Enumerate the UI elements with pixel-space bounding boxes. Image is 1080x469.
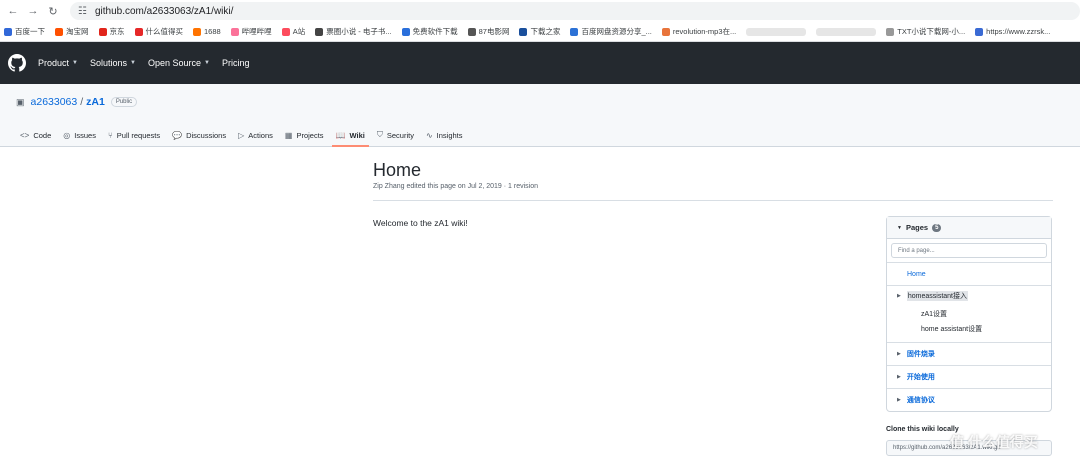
nav-open-source[interactable]: Open Source ▼ bbox=[148, 58, 210, 68]
discussions-icon: 💬 bbox=[172, 130, 183, 140]
bookmark-favicon bbox=[401, 27, 410, 36]
tab-issues[interactable]: ◎ Issues bbox=[63, 124, 96, 146]
bookmark-item[interactable]: https://www.zzrsk... bbox=[975, 27, 1050, 36]
bookmark-item[interactable]: 免费软件下载 bbox=[401, 26, 458, 37]
bookmark-item[interactable]: 百度一下 bbox=[4, 26, 45, 37]
site-info-icon[interactable]: ☷ bbox=[78, 6, 87, 17]
triangle-down-icon: ▼ bbox=[897, 224, 902, 231]
bookmark-item[interactable]: 哔哩哔哩 bbox=[230, 26, 272, 37]
code-icon: <> bbox=[20, 130, 30, 140]
subpage-link[interactable]: home assistant设置 bbox=[887, 321, 1051, 336]
bookmark-favicon bbox=[55, 27, 63, 36]
pages-toggle[interactable]: ▼ Pages 5 bbox=[887, 217, 1051, 239]
repo-owner-link[interactable]: a2633063 bbox=[31, 96, 78, 108]
github-logo-icon[interactable] bbox=[8, 54, 26, 72]
triangle-right-icon: ▶ bbox=[897, 397, 901, 403]
bookmark-favicon bbox=[467, 27, 476, 36]
github-header: Product ▼ Solutions ▼ Open Source ▼ Pricing bbox=[0, 42, 1080, 84]
url-field[interactable]: ☷ github.com/a2633063/zA1/wiki/ bbox=[70, 2, 1080, 20]
edit-meta: Zip Zhang edited this page on Jul 2, 201… bbox=[373, 183, 538, 190]
tab-code[interactable]: <> Code bbox=[20, 124, 51, 146]
triangle-right-icon: ▶ bbox=[897, 351, 901, 357]
play-icon: ▷ bbox=[238, 130, 245, 140]
forward-icon[interactable]: → bbox=[26, 4, 40, 18]
bookmark-favicon bbox=[661, 27, 670, 36]
graph-icon: ∿ bbox=[425, 130, 433, 140]
bookmark-favicon bbox=[134, 27, 143, 36]
bookmark-item[interactable]: 京东 bbox=[98, 26, 125, 37]
repo-header: ▣ a2633063 / zA1 Public <> Code ◎ Issues ⑂… bbox=[0, 84, 1080, 147]
tab-insights[interactable]: ∿ Insights bbox=[426, 124, 463, 146]
bookmark-favicon bbox=[315, 27, 324, 36]
bookmark-blurred bbox=[746, 27, 807, 36]
repo-icon: ▣ bbox=[16, 96, 25, 107]
browser-address-bar: ← → ↻ ☷ github.com/a2633063/zA1/wiki/ bbox=[0, 0, 1080, 22]
triangle-right-icon: ▶ bbox=[897, 374, 901, 380]
bookmark-favicon bbox=[570, 27, 579, 36]
bookmark-favicon bbox=[886, 27, 895, 36]
subpage-link[interactable]: zA1设置 bbox=[887, 306, 1051, 321]
page-group-homeassistant[interactable]: ▶ homeassistant接入 bbox=[887, 285, 1051, 306]
visibility-badge: Public bbox=[110, 97, 138, 107]
bookmark-favicon bbox=[193, 27, 201, 36]
bookmark-item[interactable]: 什么值得买 bbox=[134, 26, 183, 37]
bookmark-item[interactable]: 1688 bbox=[193, 27, 221, 36]
repo-separator: / bbox=[80, 96, 84, 108]
bookmark-favicon bbox=[281, 27, 290, 36]
chevron-down-icon: ▼ bbox=[204, 60, 210, 66]
repo-name-link[interactable]: zA1 bbox=[86, 96, 105, 108]
find-page-input[interactable]: Find a page... bbox=[891, 243, 1047, 258]
watermark: 值 什么值得买 bbox=[950, 434, 1038, 450]
tab-pull-requests[interactable]: ⑂ Pull requests bbox=[108, 124, 160, 146]
bookmark-item[interactable]: revolution-mp3在... bbox=[661, 26, 736, 37]
nav-pricing[interactable]: Pricing bbox=[222, 58, 250, 68]
tab-security[interactable]: ⛉ Security bbox=[377, 124, 414, 146]
tab-projects[interactable]: ▦ Projects bbox=[285, 124, 324, 146]
bookmark-favicon bbox=[98, 27, 107, 36]
chevron-down-icon: ▼ bbox=[72, 60, 78, 66]
wiki-body: Welcome to the zA1 wiki! bbox=[373, 218, 468, 228]
page-link-home[interactable]: Home bbox=[887, 262, 1051, 285]
clone-label: Clone this wiki locally bbox=[886, 426, 959, 433]
chevron-down-icon: ▼ bbox=[130, 60, 136, 66]
page-title: Home bbox=[373, 160, 422, 180]
bookmark-item[interactable]: 87电影网 bbox=[467, 26, 509, 37]
url-text: github.com/a2633063/zA1/wiki/ bbox=[94, 5, 234, 17]
pages-sidebar: ▼ Pages 5 Find a page... Home ▶ homeassi… bbox=[886, 216, 1052, 412]
tab-wiki[interactable]: 📖 Wiki bbox=[331, 124, 370, 147]
pages-count-badge: 5 bbox=[932, 223, 942, 232]
issues-icon: ◎ bbox=[63, 130, 71, 140]
reload-icon[interactable]: ↻ bbox=[46, 4, 60, 18]
pull-request-icon: ⑂ bbox=[107, 130, 113, 140]
triangle-right-icon: ▶ bbox=[897, 293, 901, 299]
tab-discussions[interactable]: 💬 Discussions bbox=[172, 124, 226, 146]
bookmark-item[interactable]: 百度网盘资源分享_... bbox=[570, 26, 652, 37]
page-group-firmware[interactable]: ▶ 固件烧录 bbox=[887, 342, 1051, 365]
bookmark-item[interactable]: 下载之家 bbox=[519, 26, 560, 37]
nav-product[interactable]: Product ▼ bbox=[38, 58, 78, 68]
table-icon: ▦ bbox=[284, 130, 293, 140]
repo-title: ▣ a2633063 / zA1 Public bbox=[16, 96, 138, 108]
bookmark-item[interactable]: A站 bbox=[281, 26, 305, 37]
divider bbox=[373, 200, 1053, 201]
tab-actions[interactable]: ▷ Actions bbox=[238, 124, 273, 146]
book-icon: 📖 bbox=[335, 130, 346, 140]
bookmark-item[interactable]: 票圈小说 - 电子书... bbox=[315, 26, 392, 37]
repo-tabs: <> Code ◎ Issues ⑂ Pull requests 💬 Discussio… bbox=[20, 124, 475, 147]
shield-icon: ⛉ bbox=[376, 130, 383, 139]
bookmark-favicon bbox=[4, 27, 12, 36]
bookmark-item[interactable]: 淘宝网 bbox=[55, 26, 89, 37]
bookmark-favicon bbox=[975, 27, 984, 36]
bookmarks-bar: 百度一下 淘宝网 京东 什么值得买 1688 哔哩哔哩 A站 票圈小说 - 电子… bbox=[0, 22, 1080, 42]
bookmark-blurred bbox=[816, 27, 877, 36]
back-icon[interactable]: ← bbox=[6, 4, 20, 18]
bookmark-favicon bbox=[230, 27, 239, 36]
bookmark-favicon bbox=[519, 27, 528, 36]
nav-solutions[interactable]: Solutions ▼ bbox=[90, 58, 136, 68]
bookmark-item[interactable]: TXT小说下载网-小... bbox=[886, 26, 965, 37]
page-group-protocol[interactable]: ▶ 通信协议 bbox=[887, 388, 1051, 411]
page-group-getting-started[interactable]: ▶ 开始使用 bbox=[887, 365, 1051, 388]
